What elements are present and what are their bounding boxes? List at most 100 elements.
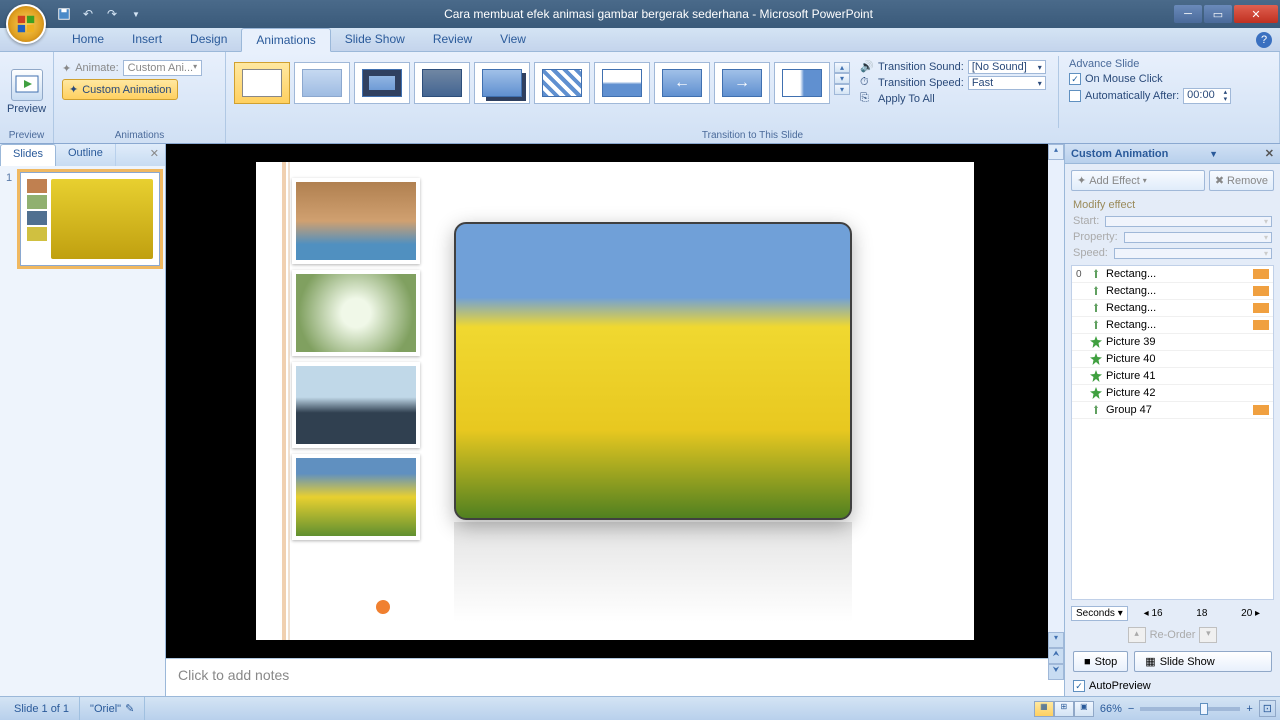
tab-slideshow[interactable]: Slide Show: [331, 28, 419, 51]
pane-dropdown-icon[interactable]: ▼: [1209, 149, 1218, 159]
animation-item[interactable]: Picture 39: [1072, 334, 1273, 351]
panel-close-icon[interactable]: ✕: [144, 144, 165, 166]
reorder-label: Re-Order: [1150, 629, 1196, 641]
animation-item[interactable]: Rectang...: [1072, 317, 1273, 334]
spellcheck-icon[interactable]: ✎: [125, 702, 134, 715]
save-icon[interactable]: [55, 5, 73, 23]
ribbon: Preview Preview ✦ Animate: Custom Ani...…: [0, 52, 1280, 144]
animation-list[interactable]: 0Rectang...Rectang...Rectang...Rectang..…: [1071, 265, 1274, 600]
transition-sound-combo[interactable]: [No Sound]▾: [968, 60, 1046, 74]
effect-label: Picture 40: [1106, 353, 1269, 365]
transition-speed-combo[interactable]: Fast▾: [968, 76, 1046, 90]
effect-icon: [1090, 302, 1102, 314]
tab-animations[interactable]: Animations: [241, 28, 330, 52]
custom-animation-pane: Custom Animation ▼ ✕ ✦Add Effect▾ ✖Remov…: [1064, 144, 1280, 696]
autopreview-label: AutoPreview: [1089, 680, 1151, 692]
redo-icon[interactable]: ↷: [103, 5, 121, 23]
slideshow-view-button[interactable]: ▣: [1074, 701, 1094, 717]
status-bar: Slide 1 of 1 "Oriel" ✎ ▦ ⊞ ▣ 66% − + ⊡: [0, 696, 1280, 720]
apply-to-all-button[interactable]: ⎘Apply To All: [860, 92, 1048, 106]
zoom-out-button[interactable]: −: [1128, 703, 1134, 715]
slides-tab[interactable]: Slides: [0, 144, 56, 166]
auto-after-checkbox[interactable]: [1069, 90, 1081, 102]
slideshow-button[interactable]: ▦Slide Show: [1134, 651, 1272, 672]
property-combo[interactable]: ▾: [1124, 232, 1272, 243]
tab-insert[interactable]: Insert: [118, 28, 176, 51]
animate-combo[interactable]: Custom Ani...▾: [123, 60, 202, 76]
transition-option[interactable]: [414, 62, 470, 104]
thumbnail-image[interactable]: [292, 178, 420, 264]
custom-animation-button[interactable]: ✦ Custom Animation: [62, 79, 178, 100]
slide-thumbnail[interactable]: [20, 172, 160, 266]
close-button[interactable]: ✕: [1234, 5, 1278, 23]
property-label: Property:: [1073, 231, 1118, 243]
prev-slide-icon[interactable]: ⮝: [1048, 648, 1064, 664]
transition-none[interactable]: [234, 62, 290, 104]
tab-review[interactable]: Review: [419, 28, 486, 51]
next-slide-icon[interactable]: ⮟: [1048, 664, 1064, 680]
add-effect-button[interactable]: ✦Add Effect▾: [1071, 170, 1205, 191]
pane-close-icon[interactable]: ✕: [1265, 147, 1274, 160]
transition-option[interactable]: [474, 62, 530, 104]
transition-option[interactable]: [774, 62, 830, 104]
slide-editor: ▴▾ ⮝ ⮟ Click to add notes: [166, 144, 1064, 696]
transition-option[interactable]: [294, 62, 350, 104]
transition-option[interactable]: →: [714, 62, 770, 104]
tab-view[interactable]: View: [486, 28, 540, 51]
on-click-checkbox[interactable]: ✓: [1069, 73, 1081, 85]
gallery-more[interactable]: ▴▾▾: [834, 62, 850, 95]
thumbnail-image[interactable]: [292, 362, 420, 448]
office-button[interactable]: [6, 4, 46, 44]
autopreview-checkbox[interactable]: ✓: [1073, 680, 1085, 692]
zoom-in-button[interactable]: +: [1246, 703, 1252, 715]
animation-item[interactable]: Picture 42: [1072, 385, 1273, 402]
effect-icon: [1090, 336, 1102, 348]
qat-dropdown-icon[interactable]: ▼: [127, 5, 145, 23]
effect-icon: [1090, 387, 1102, 399]
stop-button[interactable]: ■Stop: [1073, 651, 1128, 672]
animation-item[interactable]: Group 47: [1072, 402, 1273, 419]
tab-design[interactable]: Design: [176, 28, 241, 51]
thumbnail-image[interactable]: [292, 270, 420, 356]
animation-item[interactable]: Rectang...: [1072, 300, 1273, 317]
preview-button[interactable]: Preview: [6, 56, 47, 128]
transition-gallery[interactable]: ← → ▴▾▾: [232, 56, 850, 128]
zoom-level[interactable]: 66%: [1100, 703, 1122, 715]
fit-window-button[interactable]: ⊡: [1259, 700, 1276, 717]
timeline-ruler[interactable]: Seconds ▾ ◂ 16 18 20 ▸: [1065, 604, 1280, 623]
transition-option[interactable]: [354, 62, 410, 104]
animation-item[interactable]: 0Rectang...: [1072, 266, 1273, 283]
help-icon[interactable]: ?: [1256, 32, 1272, 48]
speed-combo[interactable]: ▾: [1114, 248, 1272, 259]
slide-canvas[interactable]: [256, 162, 974, 640]
outline-tab[interactable]: Outline: [56, 144, 116, 166]
transition-option[interactable]: ←: [654, 62, 710, 104]
start-combo[interactable]: ▾: [1105, 216, 1272, 227]
effect-icon: [1090, 404, 1102, 416]
animation-item[interactable]: Picture 40: [1072, 351, 1273, 368]
transition-sound-label: Transition Sound:: [878, 61, 964, 73]
timeline-unit[interactable]: Seconds ▾: [1071, 606, 1128, 621]
minimize-button[interactable]: ─: [1174, 5, 1202, 23]
auto-after-spinner[interactable]: 00:00▴▾: [1183, 88, 1231, 104]
tab-home[interactable]: Home: [58, 28, 118, 51]
zoom-slider[interactable]: [1140, 707, 1240, 711]
undo-icon[interactable]: ↶: [79, 5, 97, 23]
maximize-button[interactable]: ▭: [1204, 5, 1232, 23]
animation-item[interactable]: Rectang...: [1072, 283, 1273, 300]
sorter-view-button[interactable]: ⊞: [1054, 701, 1074, 717]
main-image[interactable]: [454, 222, 852, 520]
slide-number: 1: [6, 172, 12, 184]
transition-option[interactable]: [534, 62, 590, 104]
remove-button[interactable]: ✖Remove: [1209, 170, 1274, 191]
notes-pane[interactable]: Click to add notes: [166, 658, 1064, 696]
effect-icon: [1090, 370, 1102, 382]
thumbnail-image[interactable]: [292, 454, 420, 540]
remove-icon: ✖: [1215, 174, 1224, 187]
reorder-up-button[interactable]: ▴: [1128, 627, 1146, 643]
animation-item[interactable]: Picture 41: [1072, 368, 1273, 385]
normal-view-button[interactable]: ▦: [1034, 701, 1054, 717]
reorder-down-button[interactable]: ▾: [1199, 627, 1217, 643]
transition-option[interactable]: [594, 62, 650, 104]
vertical-scrollbar[interactable]: ▴▾ ⮝ ⮟: [1048, 144, 1064, 680]
